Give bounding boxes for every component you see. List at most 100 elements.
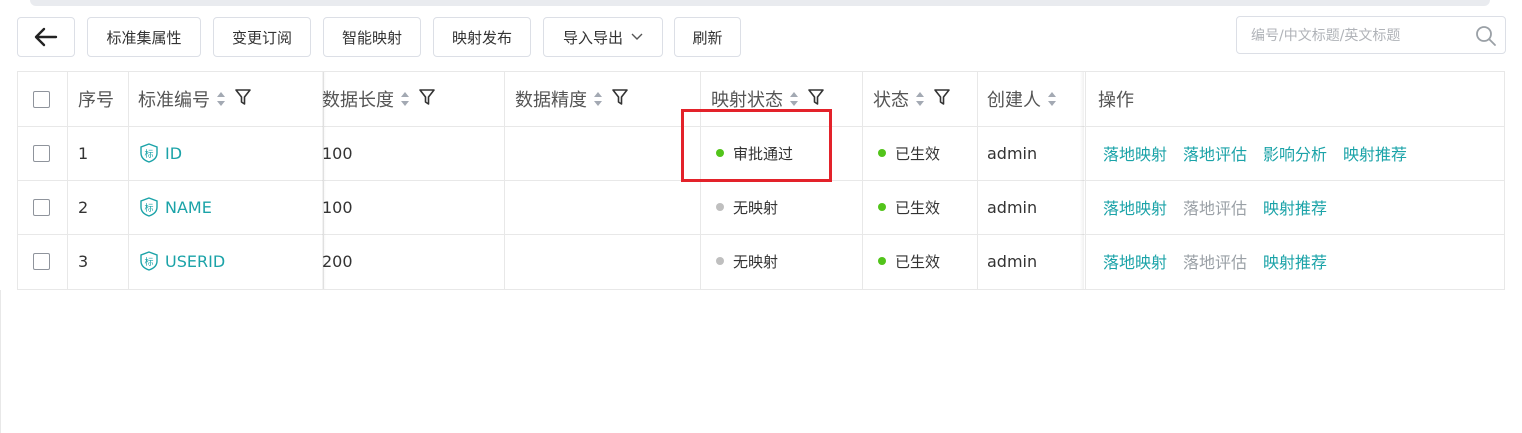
filter-icon[interactable] (611, 88, 629, 111)
sort-icon[interactable] (400, 91, 410, 107)
landing-mapping-link[interactable]: 落地映射 (1103, 249, 1167, 273)
mapping-status-text: 无映射 (733, 198, 779, 217)
divider (504, 72, 505, 289)
header-code-label: 标准编号 (138, 90, 210, 111)
landing-mapping-link[interactable]: 落地映射 (1103, 141, 1167, 165)
landing-evaluation-link-disabled: 落地评估 (1183, 199, 1248, 218)
header-length-label: 数据长度 (322, 90, 394, 111)
search-box[interactable] (1236, 16, 1506, 55)
header-creator[interactable]: 创建人 (987, 72, 1057, 126)
row-status: 已生效 (878, 180, 940, 234)
row-checkbox[interactable] (33, 180, 50, 234)
status-dot (878, 203, 886, 211)
table-row-code[interactable]: 标 ID (139, 126, 182, 180)
row-actions: 落地映射 落地评估 映射推荐 (1103, 234, 1343, 288)
standard-badge-icon: 标 (139, 251, 159, 271)
filter-icon[interactable] (418, 88, 436, 111)
standard-set-properties-button[interactable]: 标准集属性 (87, 17, 201, 57)
row-index: 3 (78, 251, 89, 271)
row-length: 100 (322, 197, 353, 217)
header-index: 序号 (78, 90, 114, 111)
standard-code-link[interactable]: ID (165, 144, 182, 163)
import-export-label: 导入导出 (562, 28, 623, 47)
row-creator: admin (987, 143, 1038, 163)
header-status-label: 状态 (873, 90, 909, 111)
header-creator-label: 创建人 (987, 90, 1041, 111)
search-input[interactable] (1249, 17, 1473, 55)
table-row-code[interactable]: 标 USERID (139, 234, 225, 288)
highlight-box (681, 109, 832, 182)
standard-badge-icon: 标 (139, 143, 159, 163)
status-dot (878, 149, 886, 157)
sort-icon[interactable] (216, 91, 226, 107)
header-status[interactable]: 状态 (873, 72, 951, 126)
filter-icon[interactable] (933, 88, 951, 111)
row-actions: 落地映射 落地评估 映射推荐 (1103, 180, 1343, 234)
divider (862, 72, 863, 289)
smart-mapping-button[interactable]: 智能映射 (323, 17, 421, 57)
row-status: 已生效 (878, 126, 940, 180)
fixed-column-shadow (1080, 72, 1084, 289)
standard-code-link[interactable]: USERID (165, 252, 225, 271)
divider (67, 72, 68, 289)
status-text: 已生效 (895, 198, 941, 217)
header-precision-label: 数据精度 (515, 90, 587, 111)
row-actions: 落地映射 落地评估 影响分析 映射推荐 (1103, 126, 1423, 180)
select-all-checkbox[interactable] (33, 72, 50, 126)
impact-analysis-link[interactable]: 影响分析 (1263, 141, 1327, 165)
divider (128, 72, 129, 289)
back-button[interactable] (17, 17, 75, 57)
mapping-recommendation-link[interactable]: 映射推荐 (1263, 195, 1327, 219)
status-text: 已生效 (895, 252, 941, 271)
svg-text:标: 标 (144, 202, 153, 214)
header-code[interactable]: 标准编号 (138, 72, 252, 126)
landing-mapping-link[interactable]: 落地映射 (1103, 195, 1167, 219)
status-text: 已生效 (895, 144, 941, 163)
row-length: 200 (322, 251, 353, 271)
landing-evaluation-link-disabled: 落地评估 (1183, 253, 1248, 272)
top-strip (0, 0, 1522, 6)
mapping-recommendation-link[interactable]: 映射推荐 (1263, 249, 1327, 273)
filter-icon[interactable] (234, 88, 252, 111)
row-creator: admin (987, 197, 1038, 217)
import-export-dropdown[interactable]: 导入导出 (543, 17, 663, 57)
sort-icon[interactable] (915, 91, 925, 107)
header-length[interactable]: 数据长度 (322, 72, 436, 126)
landing-evaluation-link[interactable]: 落地评估 (1183, 141, 1247, 165)
chevron-down-icon (631, 33, 643, 41)
header-precision[interactable]: 数据精度 (515, 72, 629, 126)
mapping-status-text: 无映射 (733, 252, 779, 271)
divider (1085, 72, 1086, 289)
table-row-code[interactable]: 标 NAME (139, 180, 212, 234)
sort-icon[interactable] (1047, 91, 1057, 107)
row-status: 已生效 (878, 234, 940, 288)
page-edge (0, 290, 1, 433)
refresh-button[interactable]: 刷新 (674, 17, 741, 57)
mapping-publish-button[interactable]: 映射发布 (433, 17, 531, 57)
svg-text:标: 标 (144, 256, 153, 268)
row-index: 2 (78, 197, 89, 217)
sort-icon[interactable] (593, 91, 603, 107)
tab-edge (30, 0, 1490, 6)
row-length: 100 (322, 143, 353, 163)
header-actions: 操作 (1098, 90, 1134, 111)
mapping-recommendation-link[interactable]: 映射推荐 (1343, 141, 1407, 165)
status-dot (716, 257, 724, 265)
standard-badge-icon: 标 (139, 197, 159, 217)
row-creator: admin (987, 251, 1038, 271)
status-dot (716, 203, 724, 211)
change-subscription-button[interactable]: 变更订阅 (213, 17, 311, 57)
row-index: 1 (78, 143, 89, 163)
row-mapping-status: 无映射 (716, 234, 778, 288)
divider (977, 72, 978, 289)
filter-icon[interactable] (807, 88, 825, 111)
status-dot (878, 257, 886, 265)
standard-code-link[interactable]: NAME (165, 198, 212, 217)
sort-icon[interactable] (789, 91, 799, 107)
row-checkbox[interactable] (33, 234, 50, 288)
svg-text:标: 标 (144, 148, 153, 160)
arrow-left-icon (34, 27, 58, 47)
row-mapping-status: 无映射 (716, 180, 778, 234)
row-checkbox[interactable] (33, 126, 50, 180)
search-icon[interactable] (1475, 25, 1497, 51)
